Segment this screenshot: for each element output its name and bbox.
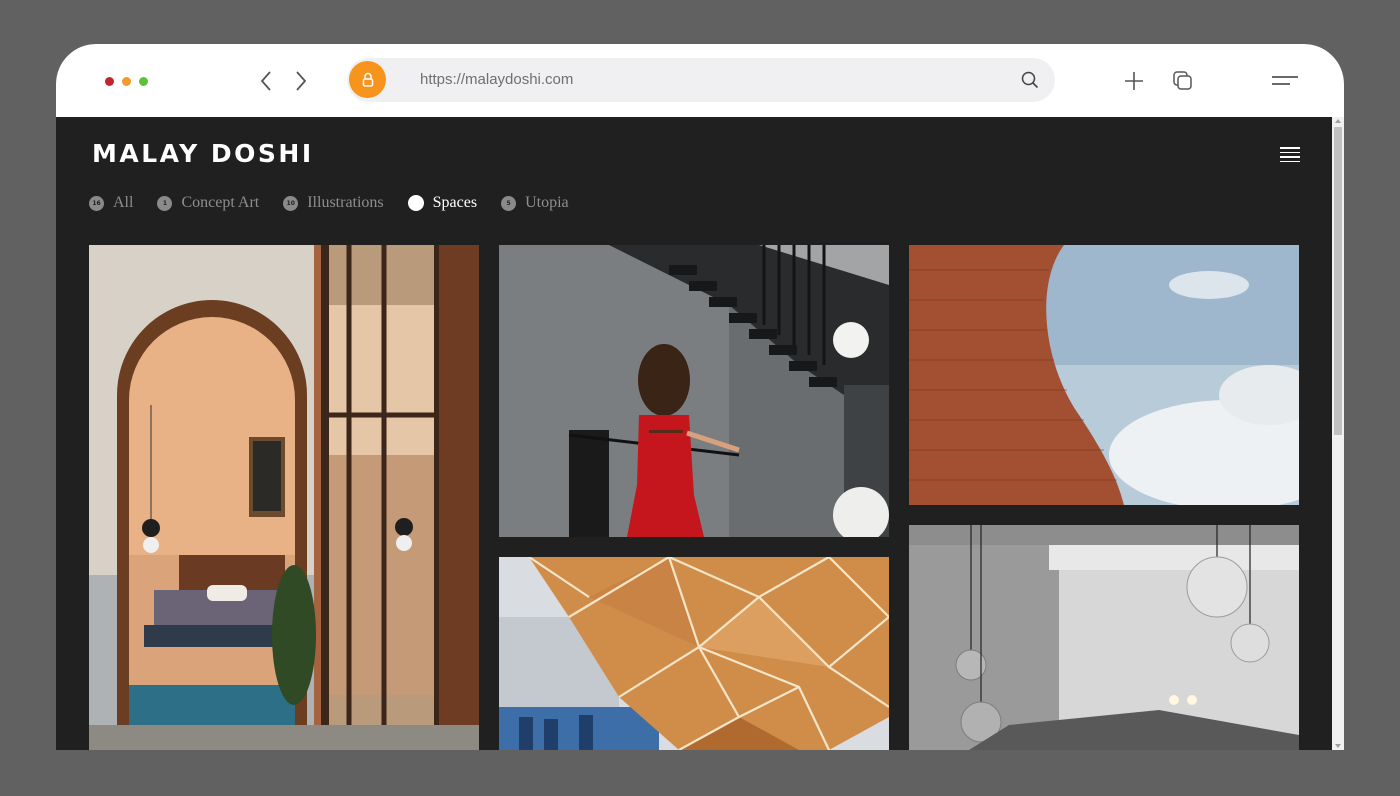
tabs-overview-icon[interactable]: [1171, 69, 1195, 93]
url-text[interactable]: https://malaydoshi.com: [420, 71, 573, 88]
new-tab-plus-icon[interactable]: [1122, 69, 1146, 93]
photo-arched-doorway-bedroom[interactable]: [89, 245, 479, 750]
filter-utopia[interactable]: 5 Utopia: [501, 194, 569, 212]
site-brand[interactable]: MALAY DOSHI: [92, 139, 314, 168]
window-controls: [105, 77, 148, 86]
photo-curved-brick-wall[interactable]: [909, 245, 1299, 505]
scrollbar-thumb[interactable]: [1334, 127, 1342, 435]
forward-arrow-icon[interactable]: [290, 68, 312, 94]
window-close-dot[interactable]: [105, 77, 114, 86]
filter-label: Spaces: [432, 194, 478, 211]
category-filters: 16 All 1 Concept Art 10 Illustrations Sp…: [89, 194, 593, 212]
hamburger-icon[interactable]: [1280, 147, 1300, 162]
filter-count-badge: 5: [501, 195, 517, 211]
window-minimize-dot[interactable]: [122, 77, 131, 86]
lock-icon: [349, 61, 386, 98]
filter-all[interactable]: 16 All: [89, 194, 133, 212]
filter-label: Utopia: [525, 194, 569, 211]
scroll-down-arrow-icon[interactable]: [1335, 744, 1341, 748]
back-arrow-icon[interactable]: [256, 68, 278, 94]
browser-toolbar: https://malaydoshi.com: [56, 44, 1344, 117]
address-bar[interactable]: https://malaydoshi.com: [347, 58, 1055, 102]
browser-menu-icon[interactable]: [1270, 69, 1300, 93]
website-page: MALAY DOSHI 16 All 1 Concept Art 10 Illu…: [56, 117, 1332, 750]
scroll-up-arrow-icon[interactable]: [1335, 119, 1341, 123]
photo-woman-red-dress-staircase[interactable]: [499, 245, 889, 537]
filter-spaces[interactable]: Spaces: [407, 194, 478, 212]
filter-concept-art[interactable]: 1 Concept Art: [157, 194, 259, 212]
filter-count-badge: 16: [89, 195, 104, 211]
search-icon[interactable]: [1021, 71, 1039, 89]
filter-illustrations[interactable]: 10 Illustrations: [283, 194, 384, 212]
filter-count-badge: 1: [157, 195, 173, 211]
filter-label: All: [113, 194, 134, 211]
browser-window: https://malaydoshi.com MALAY DOSHI 16 Al…: [56, 44, 1344, 750]
filter-count-badge: [407, 195, 424, 211]
window-maximize-dot[interactable]: [139, 77, 148, 86]
filter-count-badge: 10: [283, 195, 299, 211]
filter-label: Illustrations: [307, 194, 384, 211]
filter-label: Concept Art: [181, 194, 260, 211]
page-scrollbar[interactable]: [1332, 117, 1344, 750]
photo-pendant-glass-lamps[interactable]: [909, 525, 1299, 750]
photo-faceted-wood-sculpture[interactable]: [499, 557, 889, 750]
